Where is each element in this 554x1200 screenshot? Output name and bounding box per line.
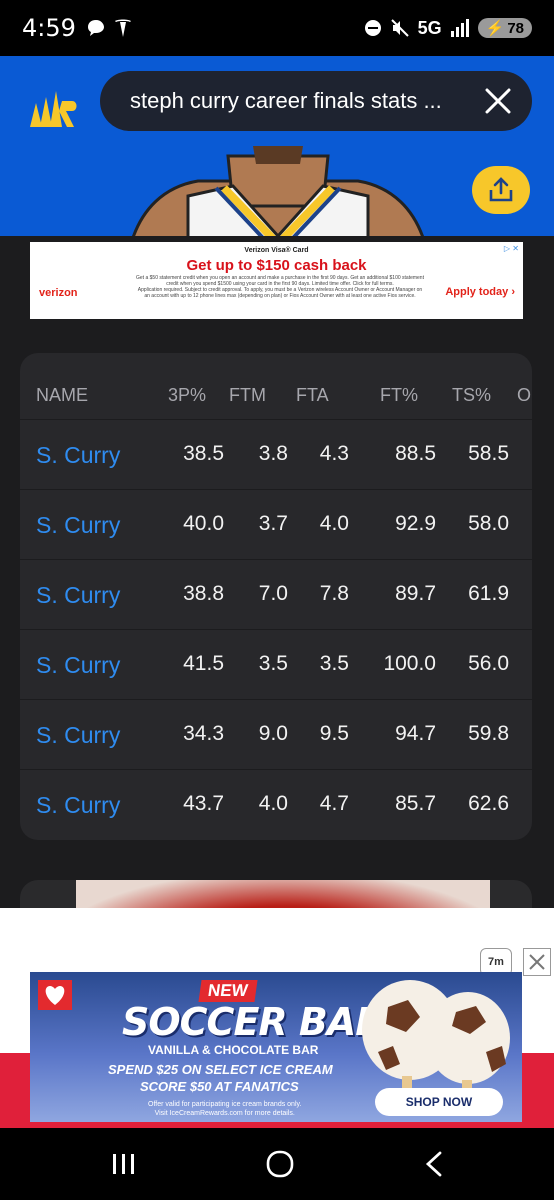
stat-cell-ts: 58.0	[468, 512, 509, 535]
home-button[interactable]	[260, 1148, 300, 1180]
stat-cell-ftp: 85.7	[395, 792, 436, 815]
battery-charging-icon: ⚡	[485, 20, 505, 37]
ad-fine-print: Get a $50 statement credit when you open…	[136, 275, 424, 299]
column-header-ftp[interactable]: FT%	[380, 385, 418, 406]
shop-now-button[interactable]: SHOP NOW	[375, 1088, 503, 1116]
ad-headline: Get up to $150 cash back	[186, 257, 367, 274]
player-name-link[interactable]: S. Curry	[36, 512, 120, 539]
stat-cell-ftp: 94.7	[395, 722, 436, 745]
ad-subtitle: VANILLA & CHOCOLATE BAR	[148, 1043, 319, 1057]
stat-cell-fta: 3.5	[319, 652, 349, 675]
stat-cell-ts: 58.5	[468, 442, 509, 465]
stat-cell-ftp: 89.7	[395, 582, 436, 605]
ad-offer-text: Offer valid for participating ice cream …	[148, 1101, 302, 1117]
stats-table: NAME 3P% FTM FTA FT% TS% O S. Curry 38.5 3…	[20, 353, 532, 840]
ad-brand-logo: verizon	[39, 287, 78, 299]
heart-brand-icon	[38, 980, 72, 1010]
chevron-right-icon: ›	[511, 286, 515, 298]
do-not-disturb-icon	[364, 20, 381, 36]
stat-cell-p3: 38.5	[183, 442, 224, 465]
tesla-icon	[114, 19, 131, 37]
stat-cell-ftp: 88.5	[395, 442, 436, 465]
ice-cream-bar-image	[362, 980, 510, 1092]
table-row: S. Curry 43.7 4.0 4.7 85.7 62.6	[20, 769, 532, 839]
battery-indicator: ⚡ 78	[477, 18, 532, 38]
player-name-link[interactable]: S. Curry	[36, 582, 120, 609]
status-bar: 4:59 5G ⚡ 78	[0, 0, 554, 56]
back-icon	[425, 1151, 442, 1177]
column-header-fta[interactable]: FTA	[296, 385, 329, 406]
player-avatar	[132, 146, 424, 236]
stat-cell-ts: 62.6	[468, 792, 509, 815]
mute-icon	[390, 19, 409, 37]
stat-cell-fta: 4.7	[319, 792, 349, 815]
table-row: S. Curry 38.5 3.8 4.3 88.5 58.5	[20, 419, 532, 489]
column-header-name[interactable]: NAME	[36, 385, 88, 406]
app-header: steph curry career finals stats ...	[0, 56, 554, 236]
stat-cell-ftm: 3.7	[258, 512, 288, 535]
search-query: steph curry career finals stats ...	[130, 88, 442, 113]
close-icon[interactable]	[482, 85, 514, 117]
stat-cell-fta: 4.0	[319, 512, 349, 535]
status-right: 5G ⚡ 78	[364, 18, 532, 39]
stat-cell-ftm: 3.5	[258, 652, 288, 675]
system-nav-bar	[0, 1128, 554, 1200]
ad-spend-text: SPEND $25 ON SELECT ICE CREAM	[108, 1062, 333, 1077]
ad-choices-icon[interactable]: ▷ ✕	[504, 244, 519, 253]
ad-new-badge: NEW	[198, 980, 258, 1002]
column-header-3p[interactable]: 3P%	[168, 385, 206, 406]
signal-icon	[450, 19, 469, 37]
stat-cell-ftp: 92.9	[395, 512, 436, 535]
stat-cell-p3: 38.8	[183, 582, 224, 605]
stat-cell-ftp: 100.0	[383, 652, 436, 675]
table-row: S. Curry 38.8 7.0 7.8 89.7 61.9	[20, 559, 532, 629]
share-button[interactable]	[472, 166, 530, 214]
stat-cell-ftm: 7.0	[258, 582, 288, 605]
stat-cell-p3: 43.7	[183, 792, 224, 815]
recent-apps-button[interactable]	[104, 1148, 144, 1180]
back-button[interactable]	[414, 1148, 454, 1180]
verizon-ad-banner[interactable]: Verizon Visa® Card Get up to $150 cash b…	[30, 242, 523, 319]
ice-cream-ad[interactable]: 7m NEW SOCCER BALL VANILLA & CHOCOLATE B…	[0, 908, 554, 1128]
ad-label: Verizon Visa® Card	[244, 247, 309, 254]
recent-apps-icon	[113, 1154, 134, 1174]
app-logo-icon[interactable]	[28, 89, 80, 129]
stat-cell-fta: 4.3	[319, 442, 349, 465]
chat-bubble-icon	[87, 20, 104, 36]
stat-cell-ts: 61.9	[468, 582, 509, 605]
stat-cell-fta: 9.5	[319, 722, 349, 745]
ad-image: NEW SOCCER BALL VANILLA & CHOCOLATE BAR …	[30, 972, 522, 1122]
stat-cell-ftm: 9.0	[258, 722, 288, 745]
column-header-overflow[interactable]: O	[517, 385, 531, 406]
column-header-ts[interactable]: TS%	[452, 385, 491, 406]
stat-cell-p3: 40.0	[183, 512, 224, 535]
player-name-link[interactable]: S. Curry	[36, 722, 120, 749]
app-root: 4:59 5G ⚡ 78 steph curry career finals st…	[0, 0, 554, 1200]
table-row: S. Curry 34.3 9.0 9.5 94.7 59.8	[20, 699, 532, 769]
close-icon	[529, 954, 545, 970]
table-row: S. Curry 41.5 3.5 3.5 100.0 56.0	[20, 629, 532, 699]
ad-score-text: SCORE $50 AT FANATICS	[140, 1079, 299, 1094]
stat-cell-p3: 41.5	[183, 652, 224, 675]
stat-cell-ts: 56.0	[468, 652, 509, 675]
notification-icons	[86, 18, 132, 38]
player-name-link[interactable]: S. Curry	[36, 652, 120, 679]
column-header-ftm[interactable]: FTM	[229, 385, 266, 406]
network-label: 5G	[417, 17, 442, 38]
table-row: S. Curry 40.0 3.7 4.0 92.9 58.0	[20, 489, 532, 559]
stat-cell-fta: 7.8	[319, 582, 349, 605]
stat-cell-p3: 34.3	[183, 722, 224, 745]
ad-apply-link[interactable]: Apply today ›	[445, 286, 515, 298]
player-name-link[interactable]: S. Curry	[36, 442, 120, 469]
status-time: 4:59	[22, 14, 76, 42]
player-name-link[interactable]: S. Curry	[36, 792, 120, 819]
search-input[interactable]: steph curry career finals stats ...	[100, 71, 532, 131]
stat-cell-ts: 59.8	[468, 722, 509, 745]
home-icon	[266, 1150, 294, 1178]
ad-close-button[interactable]	[523, 948, 551, 976]
share-icon	[489, 177, 513, 202]
stat-cell-ftm: 4.0	[258, 792, 288, 815]
stat-cell-ftm: 3.8	[258, 442, 288, 465]
